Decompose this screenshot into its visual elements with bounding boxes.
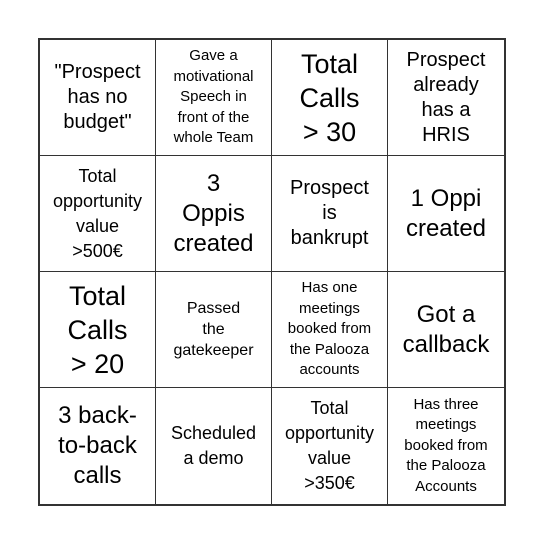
cell-text: Scheduled a demo — [170, 423, 257, 468]
bingo-cell-14[interactable]: Scheduled a demo — [156, 388, 272, 504]
cell-text: Total Calls > 30 — [299, 48, 360, 147]
bingo-cell-8[interactable]: 1 Oppi created — [388, 156, 504, 272]
bingo-cell-3[interactable]: Total Calls > 30 — [272, 40, 388, 156]
bingo-board: "Prospect has no budget" Gave a motivati… — [38, 38, 506, 506]
bingo-cell-15[interactable]: Total opportunity value >350€ — [272, 388, 388, 504]
bingo-cell-2[interactable]: Gave a motivational Speech in front of t… — [156, 40, 272, 156]
cell-text: 3 Oppis created — [173, 169, 254, 257]
cell-text: Prospect is bankrupt — [290, 177, 369, 249]
cell-text: 1 Oppi created — [405, 184, 487, 242]
cell-text: "Prospect has no budget" — [54, 61, 141, 133]
cell-text: Passed the gatekeeper — [173, 300, 254, 359]
cell-text: 3 back- to-back calls — [58, 402, 137, 489]
bingo-cell-9[interactable]: Total Calls > 20 — [40, 272, 156, 388]
bingo-cell-16[interactable]: Has three meetings booked from the Paloo… — [388, 388, 504, 504]
cell-text: Gave a motivational Speech in front of t… — [173, 47, 254, 147]
bingo-cell-1[interactable]: "Prospect has no budget" — [40, 40, 156, 156]
bingo-cell-6[interactable]: 3 Oppis created — [156, 156, 272, 272]
bingo-cell-5[interactable]: Total opportunity value >500€ — [40, 156, 156, 272]
bingo-cell-13[interactable]: 3 back- to-back calls — [40, 388, 156, 504]
cell-text: Total Calls > 20 — [67, 280, 128, 379]
bingo-cell-10[interactable]: Passed the gatekeeper — [156, 272, 272, 388]
cell-text: Has three meetings booked from the Paloo… — [404, 395, 488, 495]
cell-text: Total opportunity value >350€ — [284, 398, 375, 493]
bingo-cell-11[interactable]: Has one meetings booked from the Palooza… — [272, 272, 388, 388]
cell-text: Prospect already has a HRIS — [406, 48, 486, 146]
bingo-cell-7[interactable]: Prospect is bankrupt — [272, 156, 388, 272]
bingo-cell-12[interactable]: Got a callback — [388, 272, 504, 388]
cell-text: Has one meetings booked from the Palooza… — [287, 279, 372, 379]
cell-text: Total opportunity value >500€ — [52, 165, 143, 261]
bingo-cell-4[interactable]: Prospect already has a HRIS — [388, 40, 504, 156]
cell-text: Got a callback — [402, 300, 490, 358]
